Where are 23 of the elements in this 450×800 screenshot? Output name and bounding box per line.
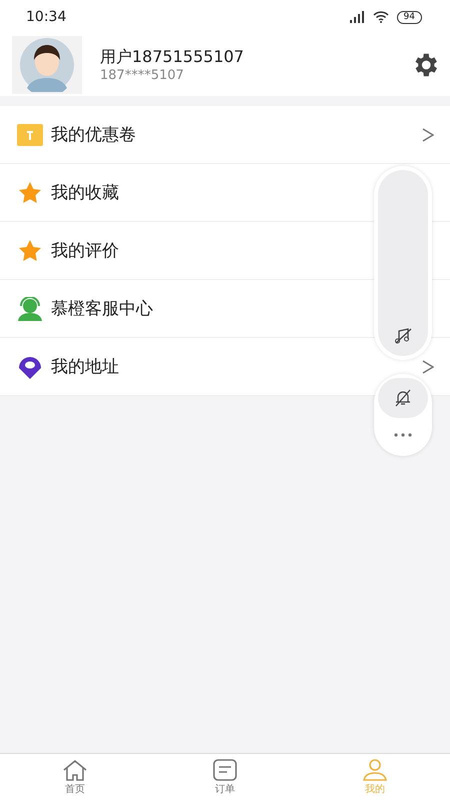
phone-number: 187****5107 xyxy=(100,68,185,83)
star-icon xyxy=(17,180,43,204)
chevron-icon xyxy=(422,360,434,374)
nav-tab[interactable]: 首页 xyxy=(0,754,150,800)
user-name: 用户18751555107 xyxy=(100,47,245,68)
nav-tab[interactable]: 订单 xyxy=(150,754,300,800)
list-icon xyxy=(213,758,237,780)
home-icon xyxy=(62,758,88,780)
location-pin-icon xyxy=(17,354,43,378)
signal-icon xyxy=(348,11,365,23)
star-icon xyxy=(17,238,43,262)
headset-person-icon xyxy=(17,296,43,320)
wifi-icon xyxy=(372,11,389,23)
status-time: 10:34 xyxy=(26,9,66,25)
menu-item[interactable]: 我的优惠卷 xyxy=(0,106,450,164)
battery-level: 94 xyxy=(396,10,422,24)
person-icon xyxy=(362,758,388,780)
mute-button[interactable] xyxy=(378,378,428,418)
coupon-icon xyxy=(17,124,43,146)
more-icon[interactable] xyxy=(393,432,413,438)
chevron-icon xyxy=(422,128,434,142)
bell-muted-icon xyxy=(394,389,412,407)
avatar xyxy=(17,38,77,92)
